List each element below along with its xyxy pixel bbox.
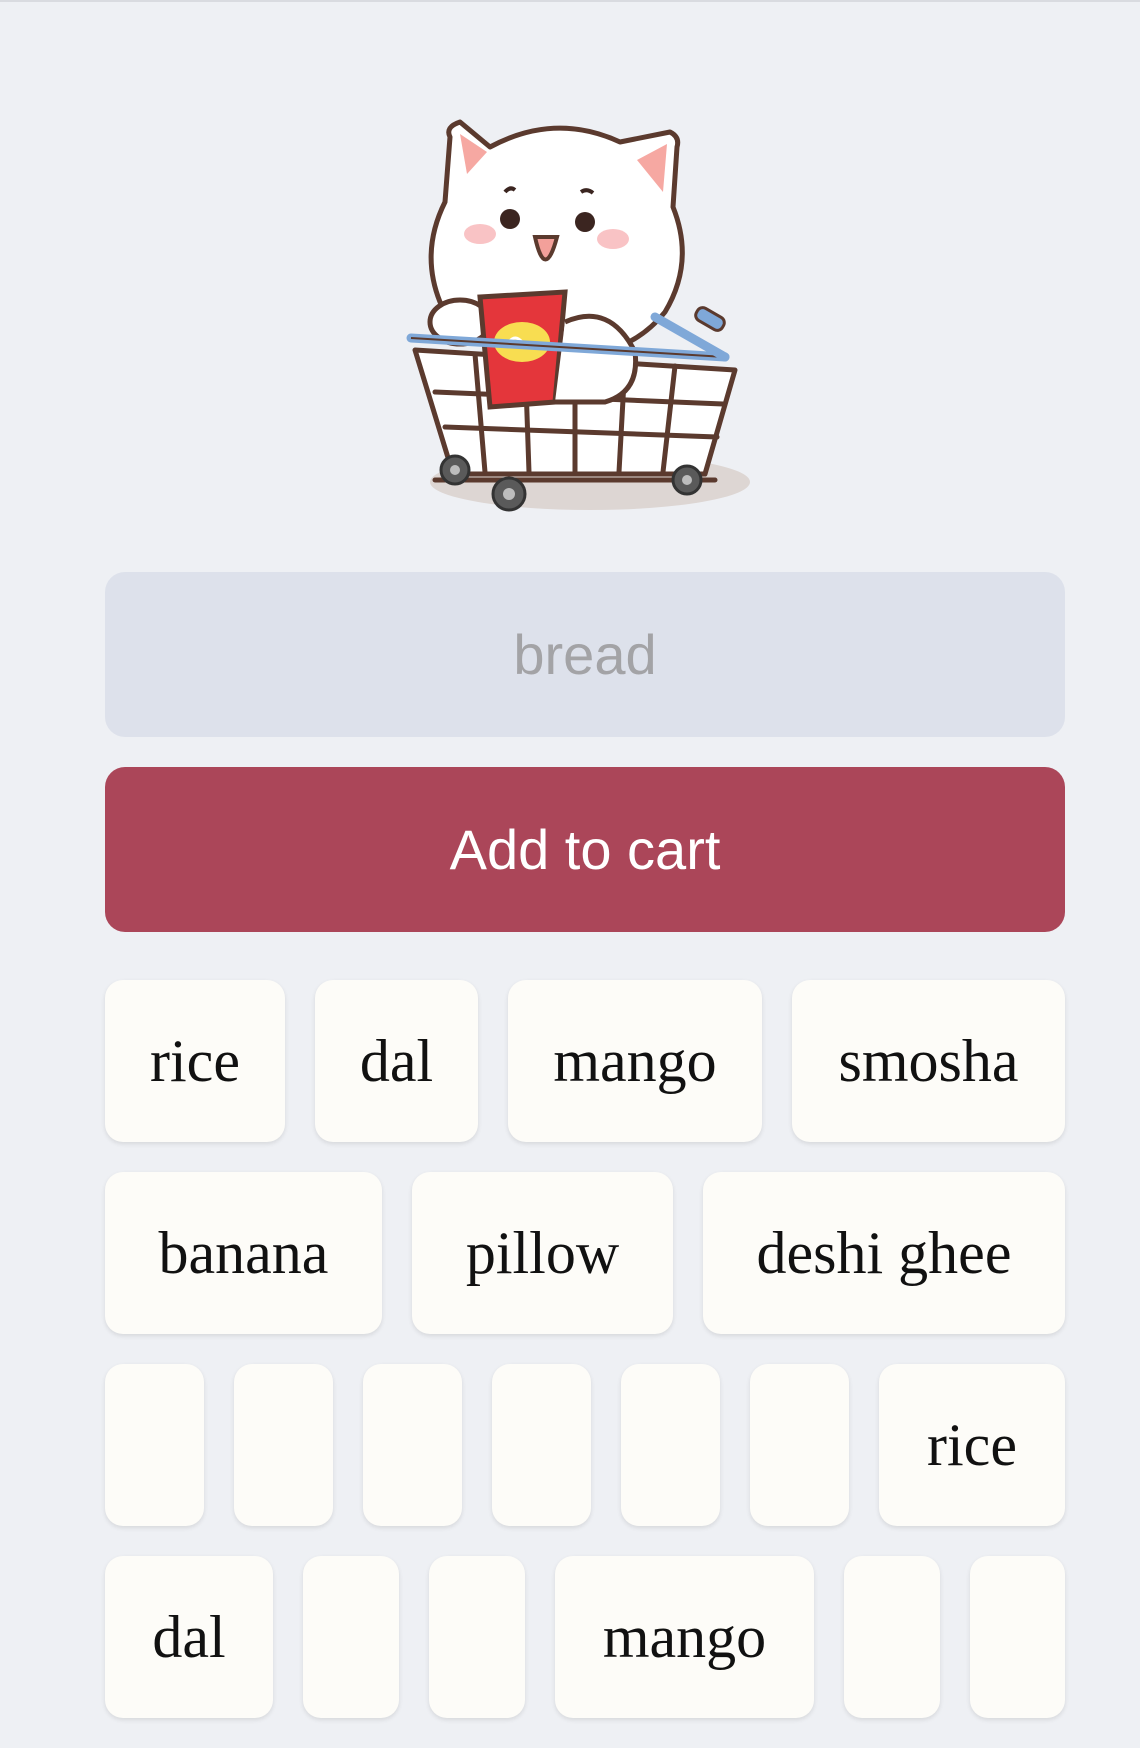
item-chip[interactable]: [750, 1364, 849, 1526]
cat-in-cart-icon: [406, 119, 750, 512]
item-chip[interactable]: banana: [105, 1172, 382, 1334]
item-chip[interactable]: deshi ghee: [703, 1172, 1065, 1334]
item-chip[interactable]: [970, 1556, 1065, 1718]
add-to-cart-button[interactable]: Add to cart: [105, 767, 1065, 932]
item-input[interactable]: [105, 572, 1065, 737]
cat-cart-illustration: [405, 102, 765, 532]
chip-row: rice dal mango smosha: [105, 980, 1065, 1142]
chip-row: dal mango: [105, 1556, 1065, 1718]
item-chip[interactable]: [363, 1364, 462, 1526]
item-chip[interactable]: rice: [879, 1364, 1065, 1526]
item-chip[interactable]: [429, 1556, 525, 1718]
item-chip-grid: rice dal mango smosha banana pillow desh…: [105, 980, 1065, 1748]
item-chip[interactable]: mango: [555, 1556, 814, 1718]
item-chip[interactable]: mango: [508, 980, 762, 1142]
item-chip[interactable]: [621, 1364, 720, 1526]
item-chip[interactable]: dal: [105, 1556, 273, 1718]
item-chip[interactable]: smosha: [792, 980, 1065, 1142]
item-chip[interactable]: dal: [315, 980, 478, 1142]
item-chip[interactable]: [234, 1364, 333, 1526]
item-chip[interactable]: [105, 1364, 204, 1526]
chip-row: rice: [105, 1364, 1065, 1526]
chip-row: banana pillow deshi ghee: [105, 1172, 1065, 1334]
item-chip[interactable]: [844, 1556, 940, 1718]
item-chip[interactable]: rice: [105, 980, 285, 1142]
item-chip[interactable]: pillow: [412, 1172, 673, 1334]
item-chip[interactable]: [303, 1556, 399, 1718]
item-chip[interactable]: [492, 1364, 591, 1526]
